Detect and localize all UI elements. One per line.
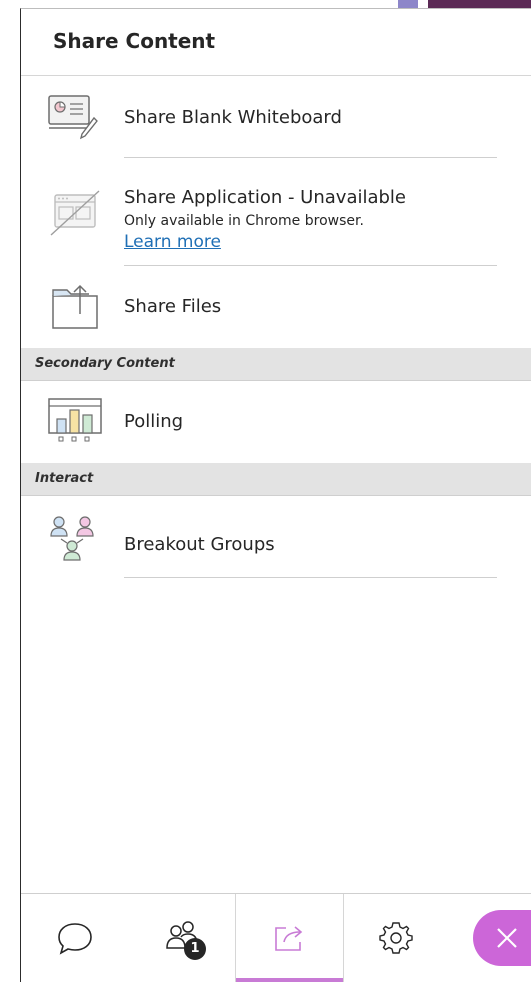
chat-icon — [57, 923, 92, 955]
page: Share Content Share Blank Whiteboard Sha… — [0, 0, 531, 982]
polling-label: Polling — [124, 411, 184, 432]
close-button[interactable] — [473, 910, 531, 966]
tab-attendees[interactable]: 1 — [128, 894, 235, 982]
share-application-item: Share Application - Unavailable Only ava… — [21, 167, 531, 267]
secondary-content-label: Secondary Content — [35, 356, 175, 371]
learn-more-link[interactable]: Learn more — [124, 232, 221, 252]
application-unavailable-icon — [45, 189, 105, 239]
share-files-item[interactable]: Share Files — [21, 266, 531, 348]
interact-label: Interact — [35, 471, 94, 486]
polling-item[interactable]: Polling — [21, 381, 531, 463]
share-application-note: Only available in Chrome browser. — [124, 213, 364, 229]
breakout-groups-item[interactable]: Breakout Groups — [21, 496, 531, 586]
divider — [124, 577, 497, 578]
bottom-tab-bar: 1 — [21, 893, 531, 982]
whiteboard-icon — [45, 91, 105, 141]
share-application-label: Share Application - Unavailable — [124, 187, 407, 208]
secondary-content-section-header: Secondary Content — [21, 348, 531, 381]
tab-chat[interactable] — [21, 894, 128, 982]
tab-share-content[interactable] — [235, 894, 344, 982]
share-files-label: Share Files — [124, 296, 222, 317]
panel-title: Share Content — [53, 29, 216, 53]
breakout-groups-icon — [45, 514, 105, 564]
share-files-icon — [45, 282, 105, 332]
share-icon — [274, 926, 302, 951]
divider — [124, 157, 497, 158]
polling-icon — [45, 395, 105, 445]
breakout-groups-label: Breakout Groups — [124, 534, 275, 555]
gear-icon — [378, 922, 413, 954]
close-icon — [497, 928, 517, 948]
interact-section-header: Interact — [21, 463, 531, 496]
panel-header: Share Content — [21, 9, 531, 76]
tab-settings[interactable] — [342, 894, 449, 982]
attendees-count-badge: 1 — [184, 938, 206, 960]
share-blank-whiteboard-label: Share Blank Whiteboard — [124, 107, 342, 128]
share-blank-whiteboard-item[interactable]: Share Blank Whiteboard — [21, 75, 531, 167]
share-content-panel: Share Content Share Blank Whiteboard Sha… — [20, 8, 531, 982]
